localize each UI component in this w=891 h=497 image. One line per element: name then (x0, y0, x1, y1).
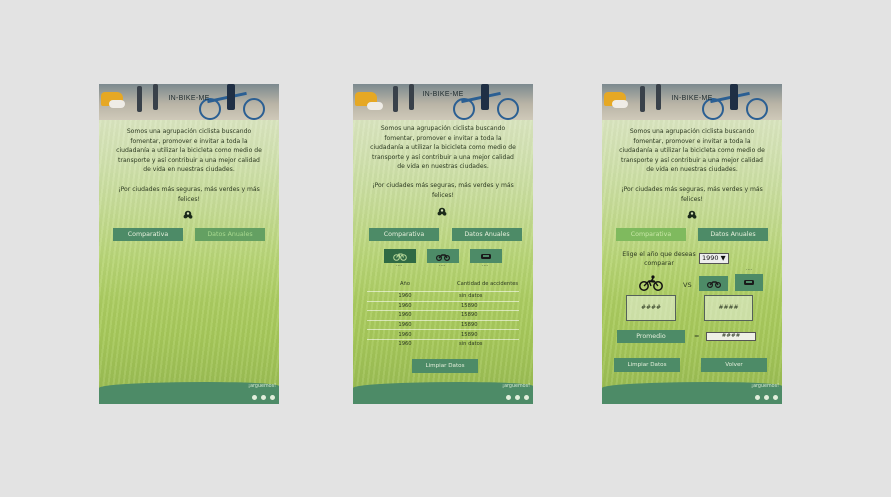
intro-text: Somos una agrupación ciclista buscando f… (370, 125, 516, 170)
logo-icon (183, 210, 193, 219)
year-select[interactable]: 1990 ▼ (699, 253, 729, 264)
vehicle-car-button[interactable] (470, 249, 502, 263)
vehicle-motorcycle-dots: .... (439, 262, 446, 268)
screen-comparativa: IN-BIKE-ME Somos una agrupación ciclista… (602, 84, 782, 404)
footer-brand: ¡arguemos! (248, 384, 276, 389)
motorcycle-icon (436, 253, 450, 261)
footer: ¡arguemos! (353, 382, 533, 404)
cyclist-icon (639, 275, 663, 291)
tab-datos-anuales[interactable]: Datos Anuales (698, 228, 768, 241)
header-banner: IN-BIKE-ME (602, 84, 782, 120)
volver-button[interactable]: Volver (701, 358, 767, 372)
social-icon-1[interactable] (506, 395, 511, 400)
equals-sign: = (694, 332, 700, 340)
app-title: IN-BIKE-ME (422, 91, 464, 98)
vehicle-car-button[interactable] (735, 274, 763, 291)
result-field: #### (706, 332, 756, 341)
footer-brand: ¡arguemos! (502, 384, 530, 389)
social-icon-1[interactable] (252, 395, 257, 400)
intro-text: Somos una agrupación ciclista buscando f… (619, 128, 765, 173)
tab-comparativa[interactable]: Comparativa (369, 228, 439, 241)
slogan-text: ¡Por ciudades más seguras, más verdes y … (118, 186, 260, 203)
footer-brand: ¡arguemos! (751, 384, 779, 389)
header-banner: IN-BIKE-ME (99, 84, 279, 120)
social-icon-3[interactable] (524, 395, 529, 400)
motorcycle-icon (706, 281, 721, 288)
tab-datos-anuales[interactable]: Datos Anuales (195, 228, 265, 241)
table-header-count: Cantidad de accidentes (457, 281, 519, 287)
social-icon-2[interactable] (261, 395, 266, 400)
table-row: 1960 15890 (367, 319, 519, 330)
car-icon (744, 280, 754, 285)
limpiar-datos-button[interactable]: Limpiar Datos (614, 358, 680, 372)
table-row: 1960 15890 (367, 300, 519, 311)
vehicle-bicycle-dots: .... (396, 262, 403, 268)
value-a-box: #### (626, 295, 676, 321)
vehicle-motorcycle-button[interactable] (427, 249, 459, 263)
header-banner: IN-BIKE-ME (353, 84, 533, 120)
year-select-label: Elige el año que deseas comparar (622, 251, 696, 267)
social-icon-1[interactable] (755, 395, 760, 400)
table-row: 1960 15890 (367, 310, 519, 320)
app-title: IN-BIKE-ME (168, 95, 210, 102)
footer: ¡arguemos! (602, 382, 782, 404)
promedio-button[interactable]: Promedio (617, 330, 685, 343)
accidents-table: Año Cantidad de accidentes 1960 sin datos… (367, 277, 519, 349)
social-icon-2[interactable] (515, 395, 520, 400)
logo-icon (437, 207, 447, 216)
vehicle-car-dots: .... (746, 266, 753, 272)
table-header-year: Año (399, 281, 410, 287)
screen-datos-anuales: IN-BIKE-ME Somos una agrupación ciclista… (353, 84, 533, 404)
car-icon (481, 253, 491, 259)
screen-home: IN-BIKE-ME Somos una agrupación ciclista… (99, 84, 279, 404)
tab-comparativa[interactable]: Comparativa (616, 228, 686, 241)
vehicle-motorcycle-button[interactable] (699, 276, 728, 291)
intro-text: Somos una agrupación ciclista buscando f… (116, 128, 262, 173)
table-row: 1960 sin datos (367, 338, 519, 349)
vehicle-bicycle-button[interactable] (384, 249, 416, 263)
slogan-text: ¡Por ciudades más seguras, más verdes y … (372, 182, 514, 199)
vehicle-car-dots: .... (482, 262, 489, 268)
footer: ¡arguemos! (99, 382, 279, 404)
value-b-box: #### (704, 295, 753, 321)
tab-comparativa[interactable]: Comparativa (113, 228, 183, 241)
bicycle-icon (393, 253, 407, 261)
table-row: 1960 15890 (367, 329, 519, 339)
limpiar-datos-button[interactable]: Limpiar Datos (412, 359, 478, 373)
app-title: IN-BIKE-ME (671, 95, 713, 102)
social-icon-3[interactable] (773, 395, 778, 400)
table-row: 1960 sin datos (367, 291, 519, 301)
social-icon-3[interactable] (270, 395, 275, 400)
tab-datos-anuales[interactable]: Datos Anuales (452, 228, 522, 241)
slogan-text: ¡Por ciudades más seguras, más verdes y … (621, 186, 763, 203)
vs-label: VS (683, 281, 692, 289)
social-icon-2[interactable] (764, 395, 769, 400)
logo-icon (687, 210, 697, 219)
